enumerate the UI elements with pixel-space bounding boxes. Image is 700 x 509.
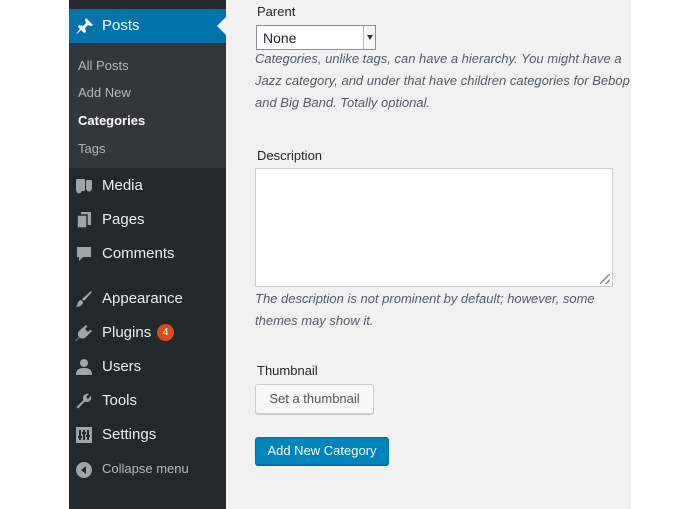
paintbrush-icon: [75, 290, 93, 308]
plugin-icon: [75, 324, 93, 342]
submenu-item-all-posts[interactable]: All Posts: [78, 58, 129, 73]
parent-label: Parent: [257, 4, 296, 19]
sidebar-item-label: Posts: [102, 17, 140, 34]
submenu-item-tags[interactable]: Tags: [78, 141, 105, 156]
sidebar-item-label: Media: [102, 177, 143, 194]
resize-handle[interactable]: [600, 274, 610, 284]
parent-select[interactable]: None: [256, 25, 376, 50]
sidebar-item-tools[interactable]: Tools: [69, 387, 226, 417]
sidebar-item-label: Appearance: [102, 290, 183, 307]
sidebar-item-comments[interactable]: Comments: [69, 240, 226, 270]
media-icon: [75, 177, 93, 195]
sidebar-item-posts[interactable]: Posts: [69, 9, 226, 43]
sidebar-item-label: Plugins 4: [102, 324, 175, 341]
comment-icon: [75, 245, 93, 263]
chevron-down-icon: [367, 35, 373, 40]
add-new-category-button[interactable]: Add New Category: [255, 437, 389, 465]
select-arrow: [363, 26, 375, 49]
collapse-menu-label: Collapse menu: [102, 461, 189, 476]
submenu-item-add-new[interactable]: Add New: [78, 85, 131, 100]
sidebar-item-plugins[interactable]: Plugins 4: [69, 319, 226, 349]
collapse-menu-button[interactable]: Collapse menu: [69, 456, 226, 486]
submenu-item-categories[interactable]: Categories: [78, 113, 145, 128]
sidebar-item-settings[interactable]: Settings: [69, 421, 226, 451]
category-form: Parent None Categories, unlike tags, can…: [226, 0, 631, 509]
pushpin-icon: [76, 17, 94, 35]
sidebar-item-label: Settings: [102, 426, 157, 443]
user-icon: [75, 358, 93, 376]
description-help-text: The description is not prominent by defa…: [255, 291, 595, 328]
admin-sidebar: Posts All Posts Add New Categories Tags …: [69, 0, 226, 509]
description-label: Description: [257, 148, 323, 163]
thumbnail-label: Thumbnail: [257, 363, 318, 378]
sidebar-item-label: Comments: [102, 245, 175, 262]
sidebar-item-label: Pages: [102, 211, 145, 228]
sidebar-item-pages[interactable]: Pages: [69, 206, 226, 236]
sidebar-item-users[interactable]: Users: [69, 353, 226, 383]
pages-icon: [75, 211, 93, 229]
update-count-badge: 4: [157, 324, 175, 341]
settings-icon: [75, 426, 93, 444]
set-thumbnail-button[interactable]: Set a thumbnail: [255, 384, 374, 414]
collapse-arrow-icon: [75, 461, 93, 479]
parent-select-value: None: [263, 30, 297, 46]
sidebar-item-label: Tools: [102, 392, 138, 409]
current-menu-arrow: [217, 17, 226, 35]
wrench-icon: [75, 392, 93, 410]
sidebar-item-label: Users: [102, 358, 142, 375]
description-textarea[interactable]: [255, 168, 613, 287]
parent-help-text: Categories, unlike tags, can have a hier…: [255, 51, 630, 110]
sidebar-item-appearance[interactable]: Appearance: [69, 285, 226, 315]
posts-submenu: All Posts Add New Categories Tags: [69, 43, 226, 168]
sidebar-item-media[interactable]: Media: [69, 172, 226, 202]
